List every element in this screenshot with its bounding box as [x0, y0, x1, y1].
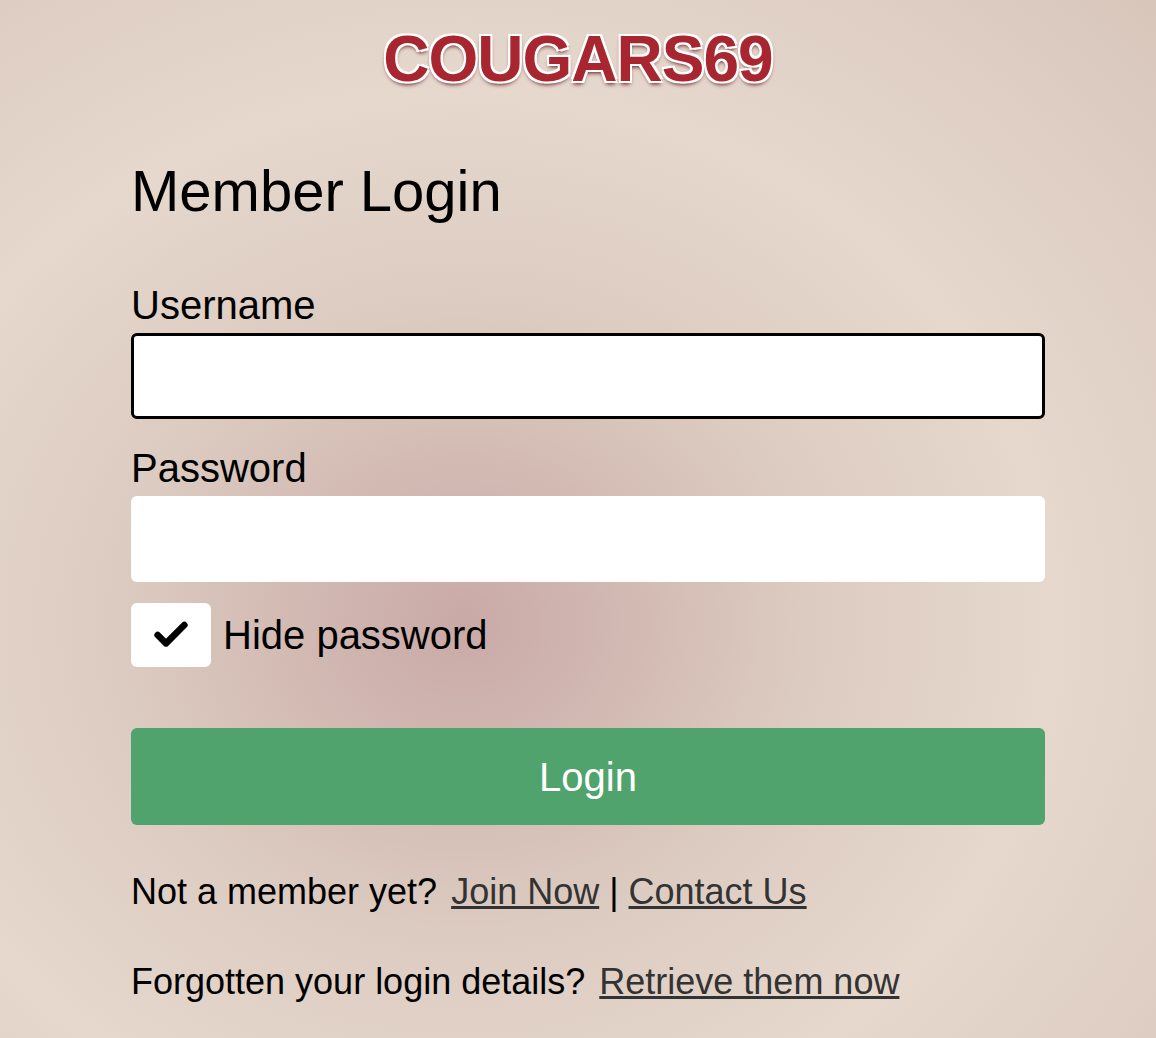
field-label: Username	[131, 281, 1045, 329]
footer-text: Not a member yet?	[131, 868, 437, 916]
hide-password-checkbox[interactable]	[131, 603, 211, 667]
login-button[interactable]: Login	[131, 728, 1045, 825]
form-field: Username	[131, 281, 1045, 419]
password-input[interactable]	[131, 496, 1045, 582]
hide-password-row[interactable]: Hide password	[131, 603, 1045, 667]
footer-line: Forgotten your login details? Retrieve th…	[131, 958, 1045, 1006]
login-form: Member Login Username Password Hide passwor…	[0, 96, 1156, 1006]
separator: |	[609, 868, 618, 916]
footer-link[interactable]: Retrieve them now	[599, 958, 899, 1006]
heading: Member Login	[131, 156, 1045, 226]
hide-password-label[interactable]: Hide password	[223, 611, 488, 659]
footer-link[interactable]: Join Now	[451, 868, 599, 916]
username-input[interactable]	[131, 333, 1045, 419]
footer-line: Not a member yet? Join Now|Contact Us	[131, 868, 1045, 916]
check-icon	[151, 615, 191, 655]
form-field: Password	[131, 444, 1045, 582]
footer-text: Forgotten your login details?	[131, 958, 585, 1006]
field-label: Password	[131, 444, 1045, 492]
footer-link[interactable]: Contact Us	[629, 868, 807, 916]
login-page: COUGARS69 Member Login Username Password Hid…	[0, 0, 1156, 1038]
logo[interactable]: COUGARS69	[0, 0, 1156, 96]
